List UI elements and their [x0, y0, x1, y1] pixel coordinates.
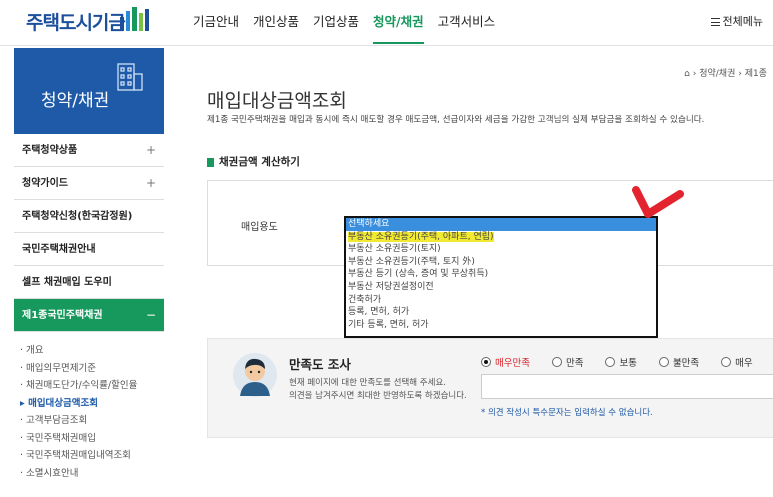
sidebar-header: 청약/채권: [14, 48, 164, 134]
sidebar-item-self-helper[interactable]: 셀프 채권매입 도우미: [14, 266, 164, 299]
sidebar-item-label: 제1종국민주택채권: [22, 310, 103, 321]
expand-icon: +: [145, 143, 156, 157]
sidebar-item-guide[interactable]: 청약가이드 +: [14, 167, 164, 200]
sidebar-item-first-class-bond[interactable]: 제1종국민주택채권 −: [14, 299, 164, 332]
sidebar-item-label: 주택청약상품: [22, 145, 78, 156]
satisfaction-radio-group: 매우만족 만족 보통 불만족 매우: [481, 355, 773, 369]
sidebar-title: 청약/채권: [41, 91, 110, 111]
bullet-icon: [207, 157, 214, 167]
survey-description: 현재 페이지에 대한 만족도를 선택해 주세요. 의견을 남겨주시면 최대한 반영…: [289, 378, 467, 401]
sidebar: 청약/채권 주택청약상품 + 청약가이드 + 주택청약신청(한국감정원) 국민주택채…: [14, 48, 164, 482]
select-option[interactable]: 건축허가: [346, 294, 656, 307]
select-option[interactable]: 부동산 저당권설정이전: [346, 281, 656, 294]
select-option[interactable]: 부동산 등기 (상속, 증여 및 무상취득): [346, 268, 656, 281]
page-title: 매입대상금액조회: [207, 90, 347, 112]
submenu-item[interactable]: · 채권매도단가/수익률/할인율: [20, 377, 164, 395]
survey-title: 만족도 조사: [289, 357, 351, 372]
home-icon[interactable]: ⌂: [684, 69, 690, 79]
sidebar-item-housing-subscription[interactable]: 주택청약상품 +: [14, 134, 164, 167]
all-menu-button[interactable]: 전체메뉴: [710, 13, 763, 29]
breadcrumb: ⌂ › 청약/채권 › 제1종: [684, 69, 767, 79]
building-icon: [117, 63, 143, 91]
gnb-item-fund-info[interactable]: 기금안내: [193, 11, 239, 44]
person-avatar-icon: [233, 353, 277, 397]
expand-icon: +: [145, 176, 156, 190]
submenu-item[interactable]: · 소멸시효안내: [20, 465, 164, 483]
breadcrumb-item[interactable]: 청약/채권: [699, 69, 735, 79]
checkmark-annotation-icon: [632, 186, 684, 218]
sidebar-item-label: 청약가이드: [22, 178, 68, 189]
purpose-label: 매입용도: [241, 222, 278, 233]
submenu-item[interactable]: · 개요: [20, 342, 164, 360]
breadcrumb-item[interactable]: 제1종: [745, 69, 767, 79]
all-menu-label: 전체메뉴: [722, 15, 763, 28]
satisfaction-survey: 만족도 조사 현재 페이지에 대한 만족도를 선택해 주세요. 의견을 남겨주시면…: [207, 338, 773, 438]
sidebar-item-label: 국민주택채권안내: [22, 244, 96, 255]
sidebar-item-bond-info[interactable]: 국민주택채권안내: [14, 233, 164, 266]
select-option[interactable]: 기타 등록, 면허, 허가: [346, 319, 656, 332]
select-option[interactable]: 선택하세요: [346, 218, 656, 231]
select-option[interactable]: 부동산 소유권등기(주택, 아파트, 연립): [346, 231, 656, 244]
radio-very-dissatisfied[interactable]: 매우: [721, 355, 753, 369]
submenu-item[interactable]: · 매입의무면제기준: [20, 360, 164, 378]
radio-satisfied[interactable]: 만족: [551, 355, 583, 369]
select-option[interactable]: 부동산 소유권등기(토지): [346, 243, 656, 256]
logo-building-icon: [120, 7, 149, 31]
submenu-item[interactable]: · 국민주택채권매입: [20, 430, 164, 448]
select-option[interactable]: 부동산 소유권등기(주택, 토지 外): [346, 256, 656, 269]
sidebar-submenu: · 개요 · 매입의무면제기준 · 채권매도단가/수익률/할인율 ▸ 매입대상금…: [14, 332, 164, 482]
page-description: 제1종 국민주택채권을 매입과 동시에 즉시 매도할 경우 매도금액, 선급이자…: [207, 115, 705, 125]
gnb-item-customer-service[interactable]: 고객서비스: [438, 11, 496, 44]
menu-icon: [710, 18, 720, 26]
submenu-item-active[interactable]: ▸ 매입대상금액조회: [20, 395, 164, 413]
gnb-item-corporate[interactable]: 기업상품: [313, 11, 359, 44]
radio-neutral[interactable]: 보통: [605, 355, 637, 369]
sidebar-item-label: 셀프 채권매입 도우미: [22, 277, 112, 288]
select-option[interactable]: 등록, 면허, 허가: [346, 306, 656, 319]
submenu-item[interactable]: · 국민주택채권매입내역조회: [20, 447, 164, 465]
top-header: 주택도시기금 기금안내 개인상품 기업상품 청약/채권 고객서비스 전체메뉴: [0, 0, 773, 46]
radio-dissatisfied[interactable]: 불만족: [658, 355, 699, 369]
sidebar-item-label: 주택청약신청(한국감정원): [22, 211, 133, 222]
collapse-icon: −: [145, 308, 156, 322]
purpose-select-dropdown[interactable]: 선택하세요 부동산 소유권등기(주택, 아파트, 연립) 부동산 소유권등기(토…: [344, 216, 658, 338]
global-nav: 기금안내 개인상품 기업상품 청약/채권 고객서비스: [193, 11, 495, 44]
submenu-item[interactable]: · 고객부담금조회: [20, 412, 164, 430]
gnb-item-subscription-bond[interactable]: 청약/채권: [373, 11, 424, 44]
radio-very-satisfied[interactable]: 매우만족: [481, 355, 530, 369]
opinion-input[interactable]: [481, 374, 773, 399]
survey-note: * 의견 작성시 특수문자는 입력하실 수 없습니다.: [481, 408, 653, 418]
site-logo[interactable]: 주택도시기금: [26, 8, 126, 35]
section-title: 채권금액 계산하기: [207, 154, 300, 169]
gnb-item-personal[interactable]: 개인상품: [253, 11, 299, 44]
sidebar-item-apply[interactable]: 주택청약신청(한국감정원): [14, 200, 164, 233]
